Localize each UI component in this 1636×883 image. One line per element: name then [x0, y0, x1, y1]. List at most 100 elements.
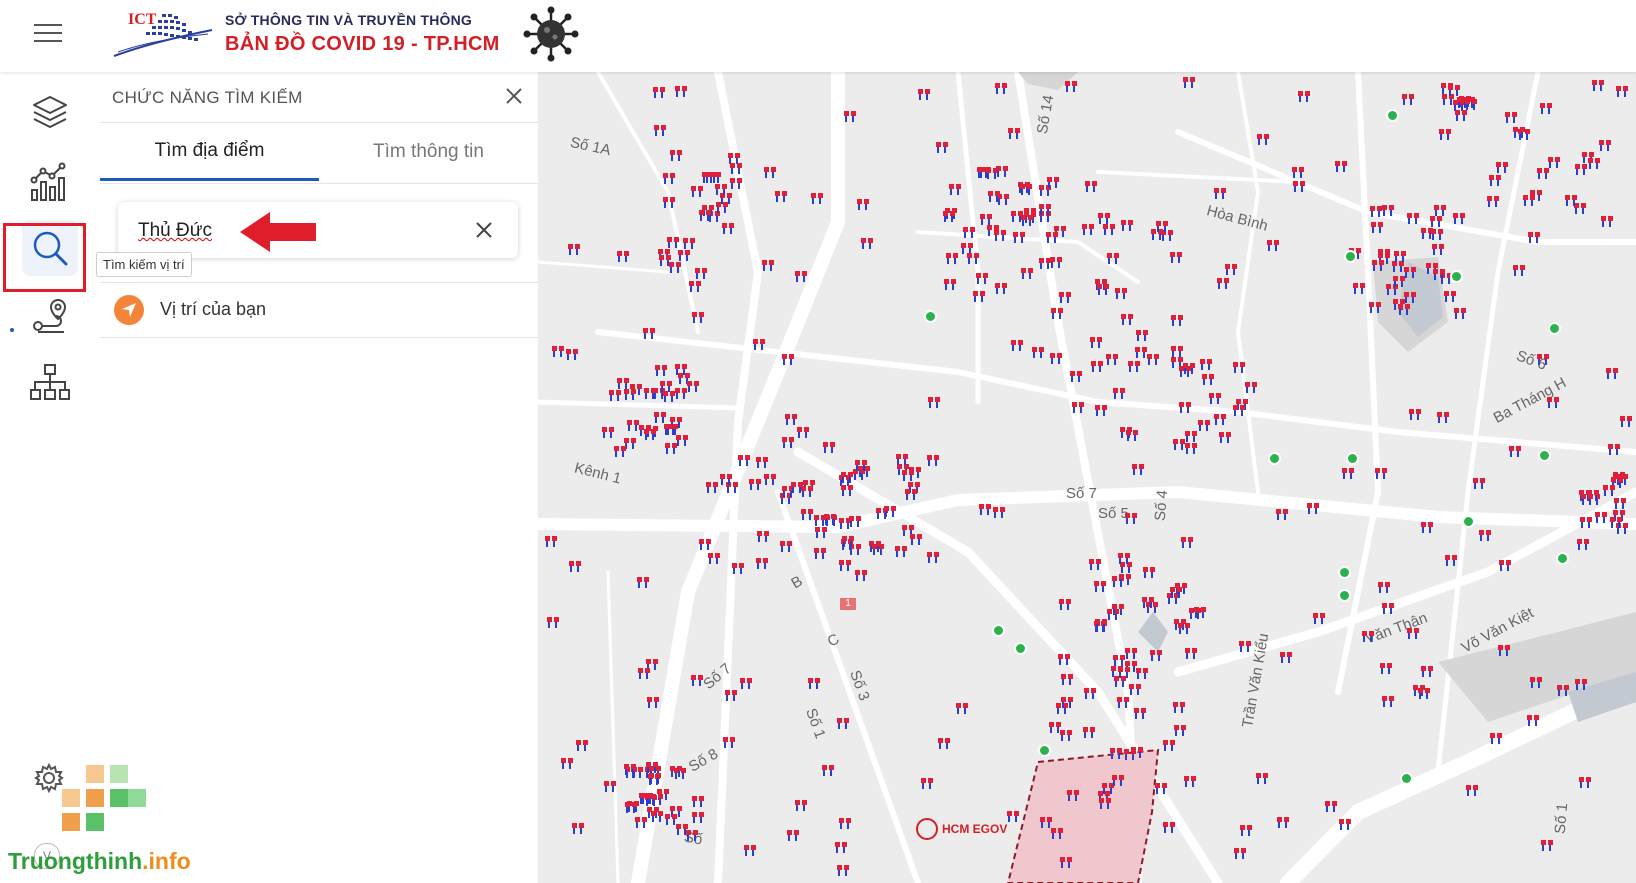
case-marker-icon[interactable] — [962, 225, 976, 239]
case-marker-icon[interactable] — [814, 525, 828, 539]
case-marker-icon[interactable] — [546, 615, 560, 629]
case-marker-icon[interactable] — [1352, 281, 1366, 295]
case-marker-icon[interactable] — [603, 779, 617, 793]
case-marker-icon[interactable] — [1059, 855, 1073, 869]
case-marker-icon[interactable] — [688, 279, 702, 293]
case-marker-icon[interactable] — [836, 716, 850, 730]
case-marker-icon[interactable] — [1019, 182, 1033, 196]
case-marker-icon[interactable] — [909, 532, 923, 546]
case-marker-icon[interactable] — [1574, 162, 1588, 176]
case-marker-icon[interactable] — [1134, 345, 1148, 359]
case-marker-icon[interactable] — [1488, 173, 1502, 187]
case-marker-icon[interactable] — [800, 507, 814, 521]
case-marker-icon[interactable] — [643, 386, 657, 400]
case-marker-icon[interactable] — [1453, 306, 1467, 320]
case-marker-icon[interactable] — [1232, 403, 1246, 417]
case-marker-icon[interactable] — [1058, 290, 1072, 304]
case-marker-icon[interactable] — [1084, 179, 1098, 193]
case-marker-icon[interactable] — [1279, 650, 1293, 664]
case-marker-icon[interactable] — [1045, 230, 1059, 244]
case-marker-icon[interactable] — [544, 534, 558, 548]
case-marker-icon[interactable] — [1401, 92, 1415, 106]
case-marker-icon[interactable] — [719, 472, 733, 486]
case-marker-icon[interactable] — [935, 140, 949, 154]
case-marker-icon[interactable] — [694, 266, 708, 280]
case-marker-icon[interactable] — [948, 182, 962, 196]
case-marker-icon[interactable] — [1069, 369, 1083, 383]
case-marker-icon[interactable] — [1135, 328, 1149, 342]
case-marker-icon[interactable] — [1193, 605, 1207, 619]
case-marker-icon[interactable] — [643, 427, 657, 441]
case-marker-icon[interactable] — [1444, 553, 1458, 567]
egov-marker[interactable]: HCM EGOV — [916, 818, 1007, 840]
case-marker-icon[interactable] — [786, 828, 800, 842]
case-marker-icon[interactable] — [1046, 175, 1060, 189]
case-marker-icon[interactable] — [841, 534, 855, 548]
case-marker-icon[interactable] — [1149, 648, 1163, 662]
case-marker-icon[interactable] — [1201, 372, 1215, 386]
case-marker-icon[interactable] — [1081, 222, 1095, 236]
case-marker-icon[interactable] — [653, 410, 667, 424]
case-marker-icon[interactable] — [690, 673, 704, 687]
case-marker-icon[interactable] — [1438, 127, 1452, 141]
case-marker-icon[interactable] — [601, 425, 615, 439]
case-marker-icon[interactable] — [1131, 462, 1145, 476]
case-marker-icon[interactable] — [724, 688, 738, 702]
case-marker-icon[interactable] — [836, 863, 850, 877]
case-marker-icon[interactable] — [691, 794, 705, 808]
case-marker-icon[interactable] — [1306, 501, 1320, 515]
case-marker-icon[interactable] — [926, 453, 940, 467]
case-marker-icon[interactable] — [987, 189, 1001, 203]
case-marker-icon[interactable] — [1060, 672, 1074, 686]
case-marker-icon[interactable] — [686, 379, 700, 393]
case-marker-icon[interactable] — [1417, 686, 1431, 700]
case-marker-icon[interactable] — [1578, 775, 1592, 789]
case-marker-icon[interactable] — [1111, 602, 1125, 616]
case-marker-icon[interactable] — [1379, 661, 1393, 675]
case-marker-icon[interactable] — [1112, 653, 1126, 667]
directions-button[interactable] — [22, 288, 78, 344]
case-marker-icon[interactable] — [575, 738, 589, 752]
case-marker-icon[interactable] — [763, 472, 777, 486]
case-marker-icon[interactable] — [648, 771, 662, 785]
organization-button[interactable] — [22, 354, 78, 410]
case-marker-icon[interactable] — [917, 87, 931, 101]
case-marker-icon[interactable] — [755, 556, 769, 570]
case-marker-icon[interactable] — [1536, 352, 1550, 366]
case-marker-icon[interactable] — [1184, 441, 1198, 455]
case-marker-icon[interactable] — [1010, 338, 1024, 352]
case-marker-icon[interactable] — [1580, 492, 1594, 506]
case-marker-icon[interactable] — [942, 209, 956, 223]
case-marker-icon[interactable] — [565, 347, 579, 361]
case-marker-icon[interactable] — [1154, 781, 1168, 795]
case-marker-icon[interactable] — [790, 480, 804, 494]
case-marker-icon[interactable] — [1050, 306, 1064, 320]
case-marker-icon[interactable] — [1098, 796, 1112, 810]
case-marker-icon[interactable] — [1275, 507, 1289, 521]
case-marker-icon[interactable] — [637, 666, 651, 680]
case-marker-icon[interactable] — [690, 184, 704, 198]
case-marker-icon[interactable] — [843, 109, 857, 123]
case-marker-icon[interactable] — [1312, 611, 1326, 625]
vaccination-point-icon[interactable] — [1268, 452, 1281, 465]
case-marker-icon[interactable] — [662, 195, 676, 209]
case-marker-icon[interactable] — [920, 776, 934, 790]
case-marker-icon[interactable] — [608, 388, 622, 402]
case-marker-icon[interactable] — [1291, 165, 1305, 179]
case-marker-icon[interactable] — [739, 676, 753, 690]
case-marker-icon[interactable] — [834, 840, 848, 854]
case-marker-icon[interactable] — [1486, 194, 1500, 208]
case-marker-icon[interactable] — [1539, 101, 1553, 115]
case-marker-icon[interactable] — [1112, 386, 1126, 400]
vaccination-point-icon[interactable] — [1338, 589, 1351, 602]
case-marker-icon[interactable] — [1324, 799, 1338, 813]
close-icon[interactable] — [500, 82, 528, 110]
case-marker-icon[interactable] — [1020, 213, 1034, 227]
case-marker-icon[interactable] — [705, 480, 719, 494]
case-marker-icon[interactable] — [755, 455, 769, 469]
case-marker-icon[interactable] — [1058, 597, 1072, 611]
case-marker-icon[interactable] — [927, 395, 941, 409]
case-marker-icon[interactable] — [721, 221, 735, 235]
case-marker-icon[interactable] — [1478, 528, 1492, 542]
case-marker-icon[interactable] — [1141, 595, 1155, 609]
